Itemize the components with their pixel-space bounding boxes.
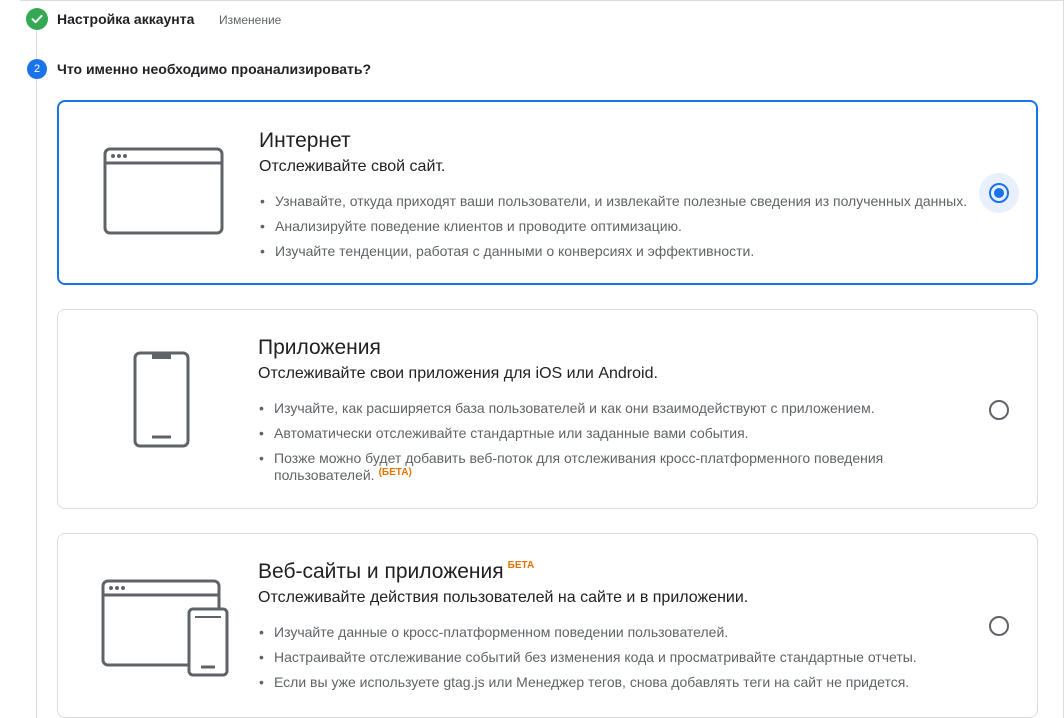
option-bullet-list: Изучайте данные о кросс-платформенном по… [258,624,978,699]
list-item: Настраивайте отслеживание событий без из… [258,649,978,666]
list-item: Изучайте, как расширяется база пользоват… [258,400,918,417]
option-subtitle: Отслеживайте свои приложения для iOS или… [258,365,658,382]
list-item: Изучайте данные о кросс-платформенном по… [258,624,978,641]
list-item: Узнавайте, откуда приходят ваши пользова… [259,193,999,210]
browser-and-phone-icon [101,579,229,682]
list-item: Анализируйте поведение клиентов и провод… [259,218,999,235]
list-item-text: Позже можно будет добавить веб-поток для… [274,450,884,483]
top-divider [20,0,1064,1]
option-title: Веб-сайты и приложения БЕТА [258,560,534,584]
step-1-title: Настройка аккаунта [57,11,195,27]
option-subtitle: Отслеживайте свой сайт. [259,158,446,175]
radio-checked-icon [989,183,1009,203]
beta-badge: (БЕТА) [378,467,412,478]
beta-badge: БЕТА [507,560,535,571]
list-item: Изучайте тенденции, работая с данными о … [259,243,999,260]
option-title: Интернет [259,129,351,152]
step-2-number: 2 [27,59,47,79]
browser-window-icon [103,147,225,242]
stepper-rail [36,30,37,718]
option-bullet-list: Изучайте, как расширяется база пользоват… [258,400,918,494]
option-subtitle: Отслеживайте действия пользователей на с… [258,589,749,606]
edit-step-button[interactable]: Изменение [219,13,281,27]
option-title-text: Веб-сайты и приложения [258,560,504,583]
option-card-web-and-apps[interactable]: Веб-сайты и приложения БЕТА Отслеживайте … [57,533,1038,718]
radio-web[interactable] [979,173,1019,213]
radio-web-and-apps[interactable] [989,616,1009,636]
option-card-apps[interactable]: Приложения Отслеживайте свои приложения … [57,309,1038,509]
list-item: Позже можно будет добавить веб-поток для… [258,450,918,486]
option-card-web[interactable]: Интернет Отслеживайте свой сайт. Узнавай… [57,100,1038,285]
radio-apps[interactable] [989,400,1009,420]
list-item: Если вы уже используете gtag.js или Мене… [258,674,978,691]
step-2-question: Что именно необходимо проанализировать? [57,61,372,77]
option-bullet-list: Узнавайте, откуда приходят ваши пользова… [259,193,999,268]
check-icon [26,8,48,30]
setup-page: Настройка аккаунта Изменение 2 Что именн… [0,0,1064,718]
option-title: Приложения [258,336,381,359]
smartphone-icon [133,351,191,454]
list-item: Автоматически отслеживайте стандартные и… [258,425,918,442]
